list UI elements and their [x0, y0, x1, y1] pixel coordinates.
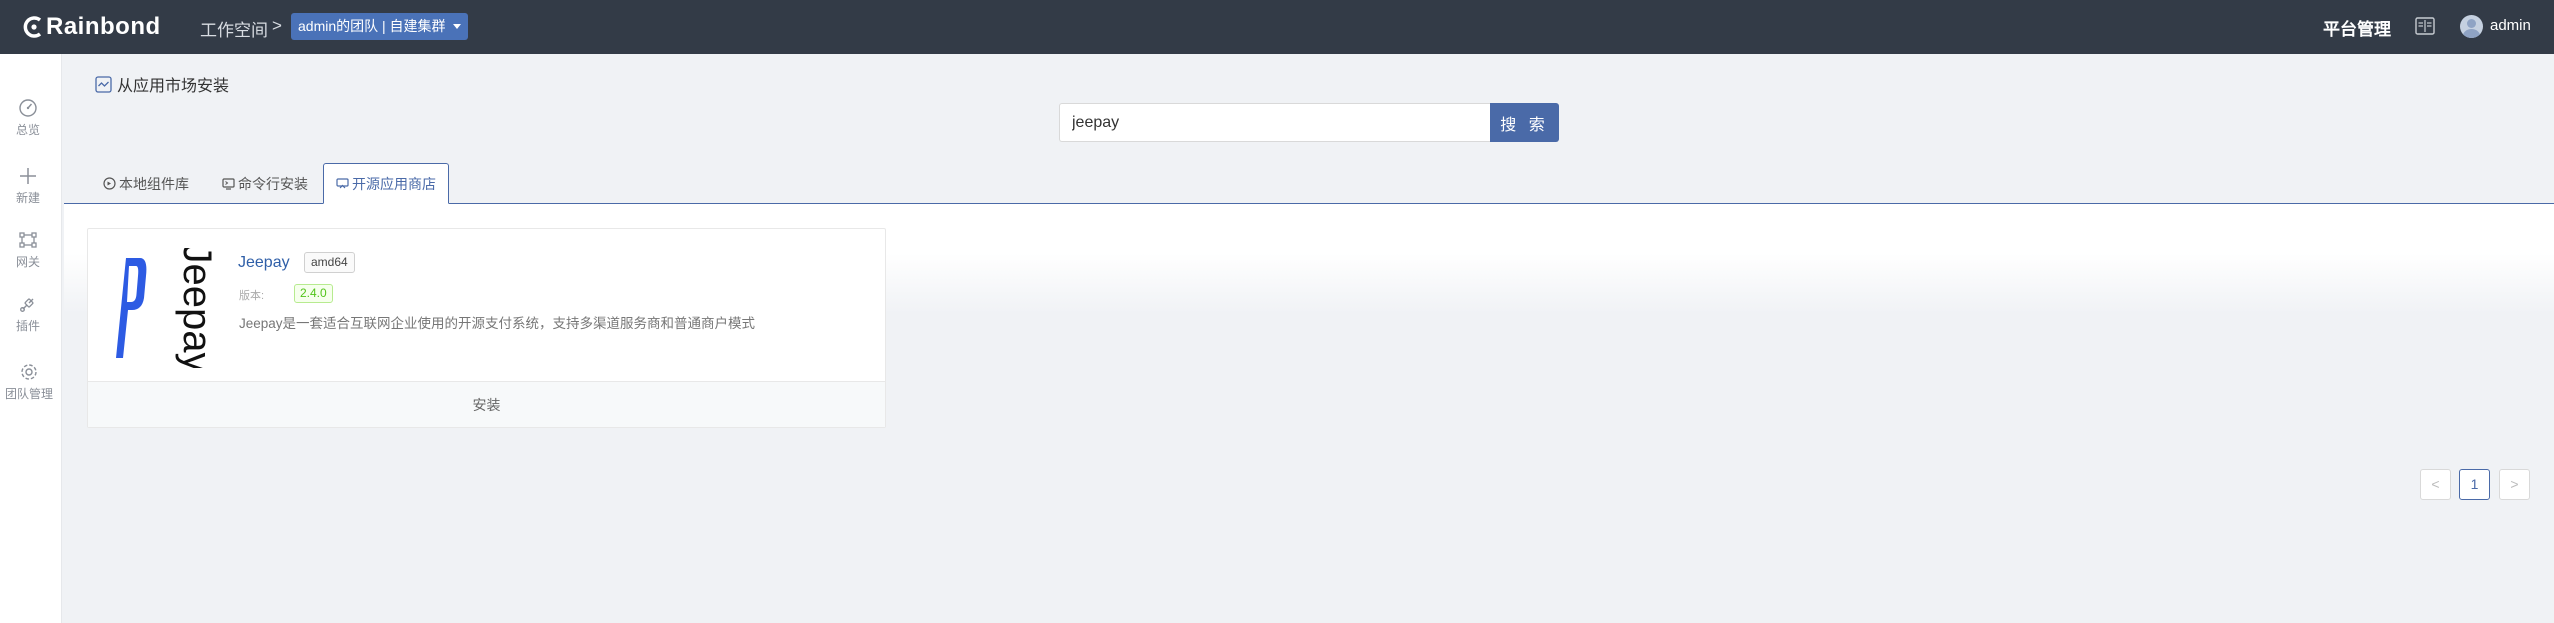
tab-label: 开源应用商店: [352, 175, 436, 192]
sidebar-item-overview[interactable]: 总览: [0, 98, 56, 138]
breadcrumb-separator: >: [272, 16, 282, 35]
rainbond-logo-icon: [23, 16, 42, 38]
version-label: 版本:: [239, 290, 265, 302]
sidebar-item-label: 新建: [15, 191, 40, 205]
terminal-icon: [222, 178, 235, 190]
caret-down-icon: [452, 24, 461, 29]
tab-label: 本地组件库: [119, 175, 189, 192]
breadcrumb-workspace[interactable]: 工作空间: [200, 16, 268, 41]
platform-management-link[interactable]: 平台管理: [2323, 15, 2391, 40]
rainbond-logo[interactable]: Rainbond: [22, 10, 161, 44]
tab-local-components[interactable]: 本地组件库: [91, 163, 201, 204]
jeepay-logo-text: Jeepay: [175, 248, 219, 368]
document-icon[interactable]: [2415, 17, 2435, 35]
plus-icon: [20, 168, 36, 184]
gear-icon: [21, 364, 37, 380]
install-button[interactable]: 安装: [88, 381, 885, 427]
logo-text: Rainbond: [46, 13, 161, 40]
sidebar-item-team-management[interactable]: 团队管理: [0, 362, 58, 402]
search-input[interactable]: [1059, 103, 1491, 142]
app-name-link[interactable]: Jeepay: [238, 254, 290, 272]
team-cluster-selector-label: admin的团队 | 自建集群: [298, 18, 446, 34]
version-tag[interactable]: 2.4.0: [294, 284, 333, 303]
pagination-next-button[interactable]: >: [2499, 469, 2530, 500]
user-avatar[interactable]: [2460, 15, 2483, 38]
app-description: Jeepay是一套适合互联网企业使用的开源支付系统，支持多渠道服务商和普通商户模…: [239, 316, 756, 331]
username[interactable]: admin: [2490, 17, 2531, 34]
tab-command-line-install[interactable]: 命令行安装: [210, 163, 320, 204]
page-title-text: 从应用市场安装: [117, 78, 230, 95]
sidebar-item-label: 网关: [15, 255, 40, 269]
tab-open-source-store[interactable]: 开源应用商店: [323, 163, 449, 204]
search-button[interactable]: 搜 索: [1490, 103, 1559, 142]
arch-tag: amd64: [304, 252, 355, 273]
plugin-icon: [20, 298, 34, 312]
sidebar-item-label: 总览: [15, 123, 40, 137]
gateway-icon: [19, 232, 37, 248]
pagination-page-1[interactable]: 1: [2459, 469, 2490, 500]
pagination-prev-button[interactable]: <: [2420, 469, 2451, 500]
app-card: Jeepay Jeepay amd64 版本: 2.4.0 Jeepay是一套适…: [87, 228, 886, 428]
tab-label: 命令行安装: [238, 175, 308, 192]
sidebar-item-label: 团队管理: [4, 387, 53, 401]
market-icon: [95, 75, 112, 93]
jeepay-logo[interactable]: Jeepay: [108, 248, 224, 368]
store-icon: [336, 178, 349, 189]
page-title: 从应用市场安装: [95, 72, 229, 96]
top-navigation-bar: Rainbond 工作空间 > admin的团队 | 自建集群 平台管理 adm…: [0, 0, 2554, 54]
local-library-icon: [103, 177, 116, 190]
sidebar-item-create[interactable]: 新建: [0, 166, 56, 206]
sidebar-item-gateway[interactable]: 网关: [0, 230, 56, 270]
sidebar: 总览 新建 网关 插件 团队管理: [0, 54, 62, 623]
sidebar-item-label: 插件: [15, 319, 40, 333]
team-cluster-selector[interactable]: admin的团队 | 自建集群: [291, 13, 468, 40]
dashboard-icon: [19, 99, 37, 117]
sidebar-item-plugins[interactable]: 插件: [0, 294, 56, 334]
